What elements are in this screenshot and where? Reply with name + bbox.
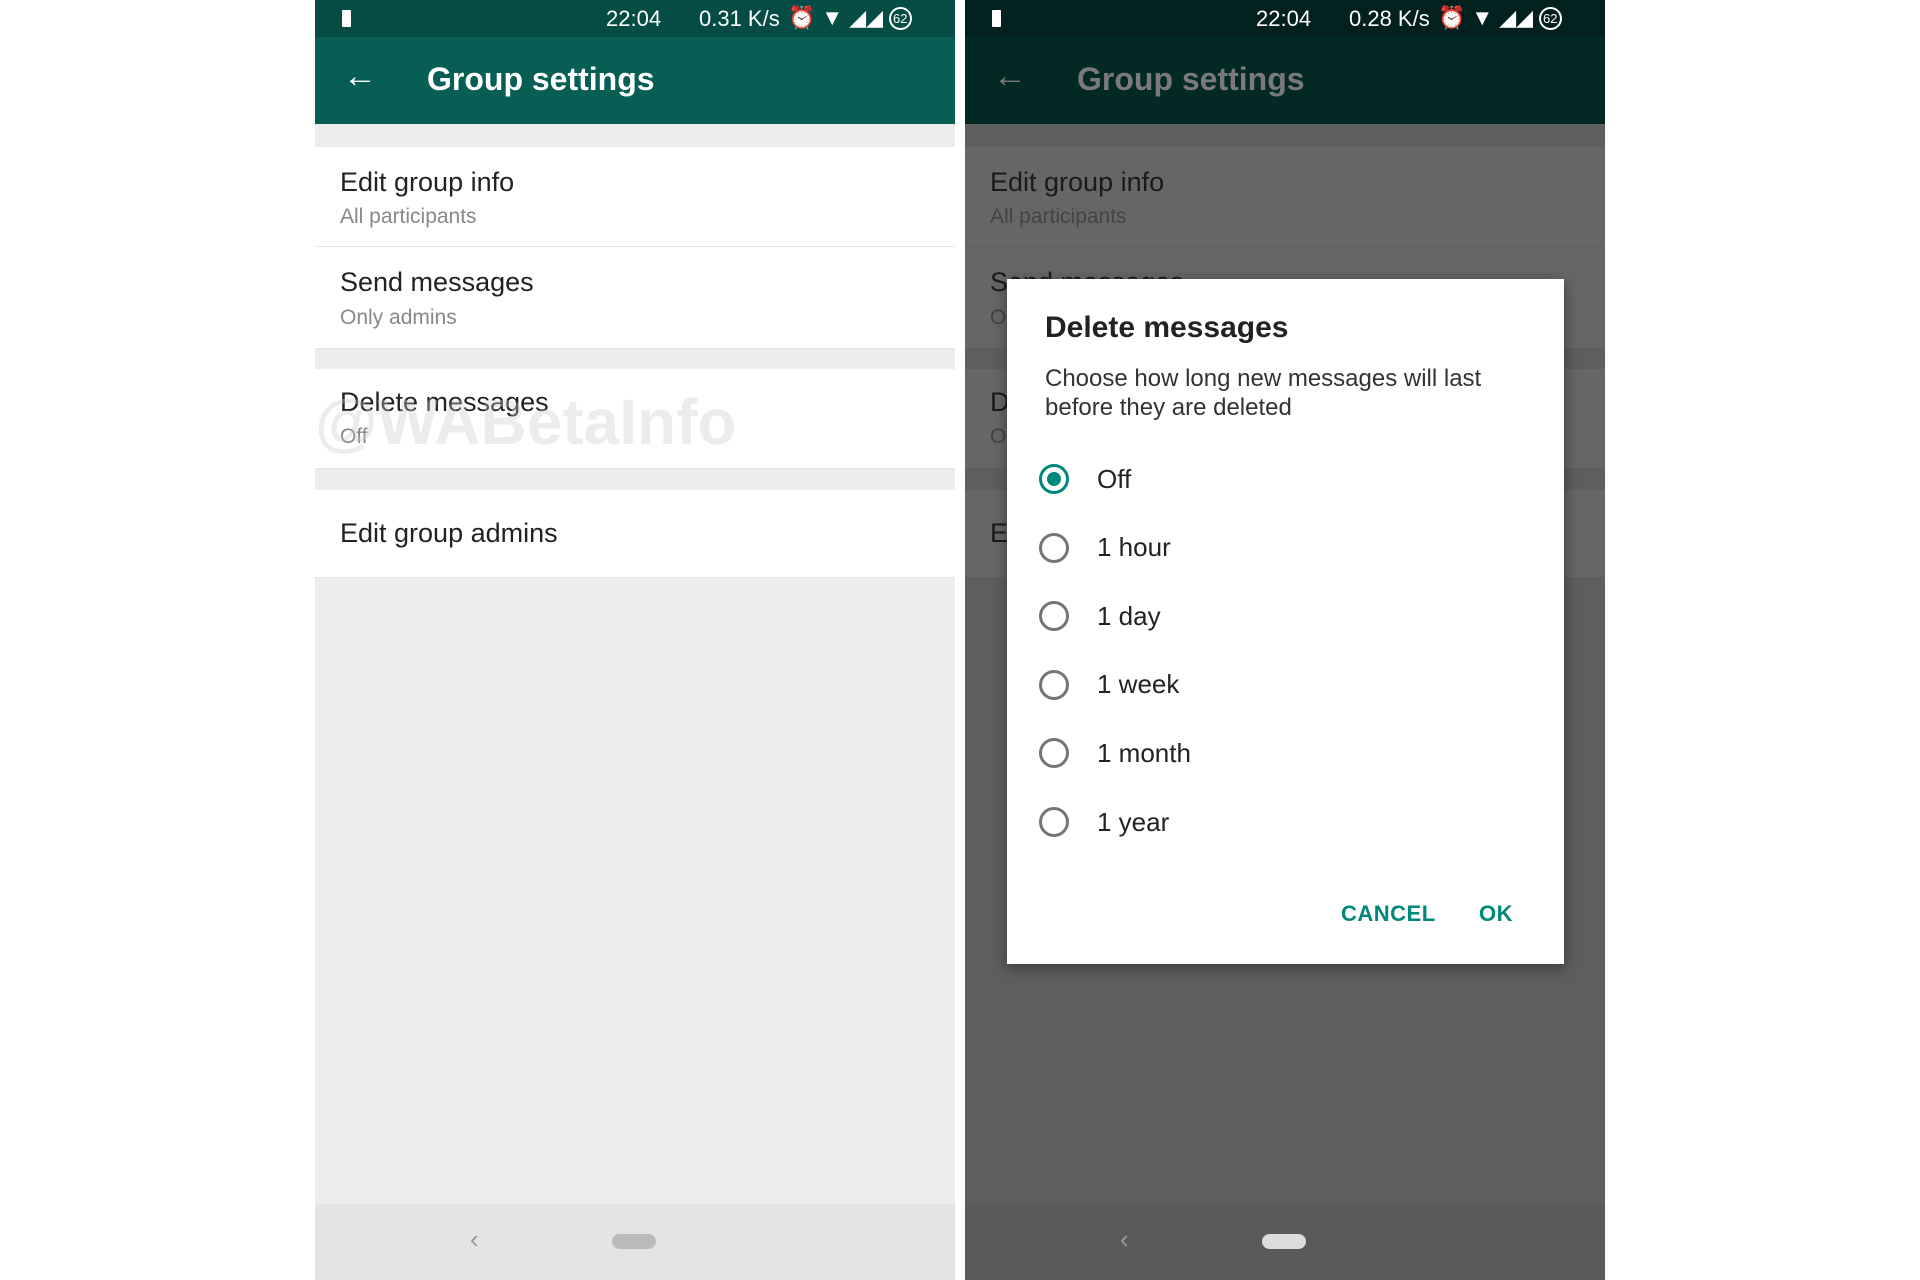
home-pill[interactable] — [1262, 1234, 1306, 1249]
home-pill[interactable] — [612, 1234, 656, 1249]
radio-option[interactable]: 1 year — [1039, 797, 1439, 847]
app-bar: ← Group settings — [965, 37, 1605, 124]
app-bar: ← Group settings — [315, 37, 955, 124]
radio-button[interactable] — [1039, 464, 1069, 494]
radio-option[interactable]: 1 day — [1039, 591, 1439, 641]
alarm-icon: ⏰ — [1438, 5, 1466, 30]
signal-icon: ◢◢ — [849, 5, 884, 30]
nav-back-icon[interactable]: ‹ — [1120, 1224, 1129, 1255]
radio-label: Off — [1097, 463, 1132, 494]
alarm-icon: ⏰ — [788, 5, 816, 30]
screen-group-settings: 22:04 0.31 K/s ⏰ ▼ ◢◢ 62 ← Group settings E… — [315, 0, 955, 1280]
radio-button[interactable] — [1039, 738, 1069, 769]
page-title: Group settings — [1077, 61, 1305, 97]
delete-messages-dialog: Delete messages Choose how long new mess… — [1007, 279, 1564, 964]
radio-option[interactable]: 1 month — [1039, 728, 1439, 778]
setting-send-messages[interactable]: Send messages Only admins — [315, 247, 955, 349]
radio-label: 1 week — [1097, 669, 1180, 700]
back-arrow-icon[interactable]: ← — [343, 57, 377, 96]
signal-icon: ◢◢ — [1499, 5, 1534, 30]
setting-value: Only admins — [340, 306, 457, 329]
ok-button[interactable]: OK — [1479, 901, 1513, 927]
radio-label: 1 month — [1097, 737, 1191, 768]
cancel-button[interactable]: CANCEL — [1341, 901, 1436, 927]
setting-edit-group-info: Edit group info All participants — [965, 147, 1605, 247]
radio-option[interactable]: Off — [1039, 454, 1439, 504]
navigation-bar: ‹ — [315, 1204, 955, 1280]
radio-button[interactable] — [1039, 601, 1069, 632]
radio-button[interactable] — [1039, 669, 1069, 700]
setting-title: Send messages — [340, 267, 534, 297]
setting-value: All participants — [990, 205, 1127, 228]
dialog-message: Choose how long new messages will last b… — [1045, 365, 1482, 421]
network-speed: 0.31 K/s — [699, 6, 780, 31]
status-bar: 22:04 0.31 K/s ⏰ ▼ ◢◢ 62 — [315, 0, 955, 37]
page-title: Group settings — [427, 61, 655, 97]
battery-level: 62 — [1539, 6, 1562, 30]
setting-edit-group-admins[interactable]: Edit group admins — [315, 490, 955, 578]
radio-label: 1 day — [1097, 600, 1161, 631]
radio-button[interactable] — [1039, 807, 1069, 837]
status-time: 22:04 — [1256, 6, 1312, 31]
setting-title: Edit group admins — [340, 518, 558, 548]
setting-value: All participants — [340, 205, 477, 228]
radio-option[interactable]: 1 hour — [1039, 523, 1439, 573]
wifi-icon: ▼ — [821, 5, 844, 30]
battery-level: 62 — [889, 6, 912, 30]
setting-edit-group-info[interactable]: Edit group info All participants — [315, 147, 955, 247]
radio-label: 1 year — [1097, 806, 1170, 837]
wifi-icon: ▼ — [1471, 5, 1494, 30]
back-arrow-icon: ← — [993, 57, 1027, 95]
network-speed: 0.28 K/s — [1349, 6, 1430, 31]
status-bar: 22:04 0.28 K/s ⏰ ▼ ◢◢ 62 — [965, 0, 1605, 37]
battery-icon — [342, 10, 351, 27]
nav-back-icon[interactable]: ‹ — [470, 1224, 479, 1255]
setting-title: Edit group info — [990, 167, 1165, 197]
radio-button[interactable] — [1039, 532, 1069, 563]
status-time: 22:04 — [606, 6, 662, 31]
dialog-title: Delete messages — [1045, 311, 1289, 344]
radio-label: 1 hour — [1097, 532, 1171, 563]
battery-icon — [992, 10, 1001, 27]
setting-title: Edit group info — [340, 167, 515, 197]
navigation-bar: ‹ — [965, 1204, 1605, 1280]
radio-option[interactable]: 1 week — [1039, 660, 1439, 710]
watermark: @WABetaInfo — [315, 386, 737, 458]
